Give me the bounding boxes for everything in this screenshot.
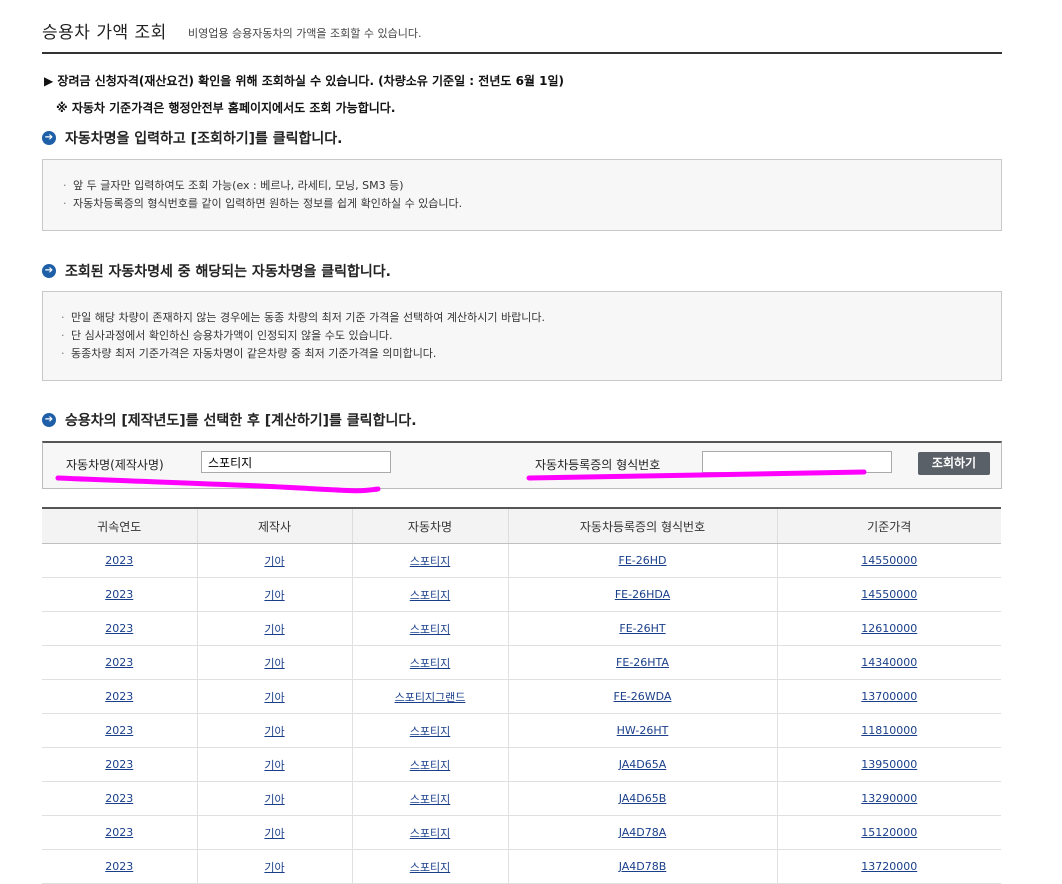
maker-link[interactable]: 기아: [264, 691, 284, 704]
table-row: 2023 기아 스포티지 FE-26HDA 14550000: [42, 577, 1001, 612]
model-number-link[interactable]: FE-26HD: [619, 554, 667, 567]
car-name-link[interactable]: 스포티지: [410, 589, 450, 602]
maker-link[interactable]: 기아: [264, 555, 284, 568]
year-link[interactable]: 2023: [105, 826, 133, 839]
title-divider: [42, 52, 1002, 54]
base-price-link[interactable]: 12610000: [861, 622, 917, 635]
step-2-item: 만일 해당 차량이 존재하지 않는 경우에는 동종 차량의 최저 기준 가격을 …: [61, 309, 1001, 327]
step-2-item: 동종차량 최저 기준가격은 자동차명이 같은차량 중 최저 기준가격을 의미합니…: [61, 345, 1001, 363]
car-name-input[interactable]: [201, 451, 391, 473]
car-name-link[interactable]: 스포티지: [410, 827, 450, 840]
step-2-heading: ➔ 조회된 자동차명세 중 해당되는 자동차명을 클릭합니다.: [42, 261, 391, 281]
model-number-input[interactable]: [702, 451, 892, 473]
results-table: 귀속연도 제작사 자동차명 자동차등록증의 형식번호 기준가격 2023 기아 …: [42, 507, 1001, 884]
table-row: 2023 기아 스포티지 JA4D65A 13950000: [42, 747, 1001, 782]
arrow-circle-icon: ➔: [42, 131, 56, 145]
year-link[interactable]: 2023: [105, 588, 133, 601]
model-number-link[interactable]: HW-26HT: [617, 724, 669, 737]
year-link[interactable]: 2023: [105, 860, 133, 873]
step-2-item: 단 심사과정에서 확인하신 승용차가액이 인정되지 않을 수도 있습니다.: [61, 327, 1001, 345]
car-name-label: 자동차명(제작사명): [66, 458, 164, 472]
maker-link[interactable]: 기아: [264, 827, 284, 840]
step-3-heading: ➔ 승용차의 [제작년도]를 선택한 후 [계산하기]를 클릭합니다.: [42, 410, 417, 430]
table-row: 2023 기아 스포티지그랜드 FE-26WDA 13700000: [42, 679, 1001, 714]
maker-link[interactable]: 기아: [264, 759, 284, 772]
header-maker: 제작사: [196, 507, 352, 544]
header-car-name: 자동차명: [351, 507, 508, 544]
model-number-link[interactable]: JA4D78B: [619, 860, 667, 873]
arrow-circle-icon: ➔: [42, 264, 56, 278]
table-row: 2023 기아 스포티지 HW-26HT 11810000: [42, 713, 1001, 748]
base-price-link[interactable]: 13290000: [861, 792, 917, 805]
model-number-label: 자동차등록증의 형식번호: [535, 458, 661, 472]
table-row: 2023 기아 스포티지 FE-26HD 14550000: [42, 543, 1001, 578]
maker-link[interactable]: 기아: [264, 589, 284, 602]
model-number-link[interactable]: JA4D65B: [619, 792, 667, 805]
step-2-info-box: 만일 해당 차량이 존재하지 않는 경우에는 동종 차량의 최저 기준 가격을 …: [42, 291, 1002, 381]
step-2-title: 조회된 자동차명세 중 해당되는 자동차명을 클릭합니다.: [65, 264, 391, 280]
step-1-info-box: 앞 두 글자만 입력하여도 조회 가능(ex : 베르나, 라세티, 모닝, S…: [42, 159, 1002, 231]
year-link[interactable]: 2023: [105, 792, 133, 805]
header-model-number: 자동차등록증의 형식번호: [507, 507, 777, 544]
car-name-link[interactable]: 스포티지: [410, 623, 450, 636]
table-row: 2023 기아 스포티지 FE-26HT 12610000: [42, 611, 1001, 646]
page-title: 승용차 가액 조회: [42, 23, 167, 43]
notice-eligibility: ▶ 장려금 신청자격(재산요건) 확인을 위해 조회하실 수 있습니다. (차량…: [44, 74, 565, 88]
car-name-link[interactable]: 스포티지: [410, 555, 450, 568]
step-1-item: 자동차등록증의 형식번호를 같이 입력하면 원하는 정보를 쉽게 확인하실 수 …: [63, 195, 1001, 213]
header-year: 귀속연도: [42, 507, 197, 544]
car-name-link[interactable]: 스포티지: [410, 759, 450, 772]
year-link[interactable]: 2023: [105, 690, 133, 703]
year-link[interactable]: 2023: [105, 554, 133, 567]
base-price-link[interactable]: 14340000: [861, 656, 917, 669]
base-price-link[interactable]: 11810000: [861, 724, 917, 737]
table-header-row: 귀속연도 제작사 자동차명 자동차등록증의 형식번호 기준가격: [42, 507, 1001, 544]
base-price-link[interactable]: 13720000: [861, 860, 917, 873]
car-name-link[interactable]: 스포티지그랜드: [395, 691, 466, 704]
maker-link[interactable]: 기아: [264, 725, 284, 738]
car-name-link[interactable]: 스포티지: [410, 725, 450, 738]
search-button[interactable]: 조회하기: [918, 452, 990, 475]
base-price-link[interactable]: 14550000: [861, 588, 917, 601]
year-link[interactable]: 2023: [105, 758, 133, 771]
base-price-link[interactable]: 13700000: [861, 690, 917, 703]
car-name-link[interactable]: 스포티지: [410, 657, 450, 670]
base-price-link[interactable]: 15120000: [861, 826, 917, 839]
table-row: 2023 기아 스포티지 JA4D78B 13720000: [42, 849, 1001, 884]
maker-link[interactable]: 기아: [264, 793, 284, 806]
maker-link[interactable]: 기아: [264, 657, 284, 670]
model-number-link[interactable]: FE-26WDA: [614, 690, 672, 703]
model-number-link[interactable]: FE-26HDA: [615, 588, 670, 601]
maker-link[interactable]: 기아: [264, 623, 284, 636]
table-row: 2023 기아 스포티지 FE-26HTA 14340000: [42, 645, 1001, 680]
model-number-link[interactable]: FE-26HTA: [616, 656, 669, 669]
page-subtitle: 비영업용 승용자동차의 가액을 조회할 수 있습니다.: [188, 27, 422, 40]
step-3-title: 승용차의 [제작년도]를 선택한 후 [계산하기]를 클릭합니다.: [65, 413, 417, 429]
year-link[interactable]: 2023: [105, 724, 133, 737]
maker-link[interactable]: 기아: [264, 861, 284, 874]
step-1-item: 앞 두 글자만 입력하여도 조회 가능(ex : 베르나, 라세티, 모닝, S…: [63, 177, 1001, 195]
car-name-link[interactable]: 스포티지: [410, 861, 450, 874]
base-price-link[interactable]: 14550000: [861, 554, 917, 567]
table-row: 2023 기아 스포티지 JA4D78A 15120000: [42, 815, 1001, 850]
step-1-title: 자동차명을 입력하고 [조회하기]를 클릭합니다.: [65, 131, 343, 147]
model-number-link[interactable]: JA4D78A: [619, 826, 667, 839]
header-base-price: 기준가격: [776, 507, 1001, 544]
model-number-link[interactable]: FE-26HT: [619, 622, 665, 635]
arrow-circle-icon: ➔: [42, 413, 56, 427]
notice-reference: ※ 자동차 기준가격은 행정안전부 홈페이지에서도 조회 가능합니다.: [56, 101, 396, 115]
step-1-heading: ➔ 자동차명을 입력하고 [조회하기]를 클릭합니다.: [42, 128, 342, 148]
table-row: 2023 기아 스포티지 JA4D65B 13290000: [42, 781, 1001, 816]
year-link[interactable]: 2023: [105, 656, 133, 669]
model-number-link[interactable]: JA4D65A: [619, 758, 667, 771]
car-name-link[interactable]: 스포티지: [410, 793, 450, 806]
year-link[interactable]: 2023: [105, 622, 133, 635]
base-price-link[interactable]: 13950000: [861, 758, 917, 771]
